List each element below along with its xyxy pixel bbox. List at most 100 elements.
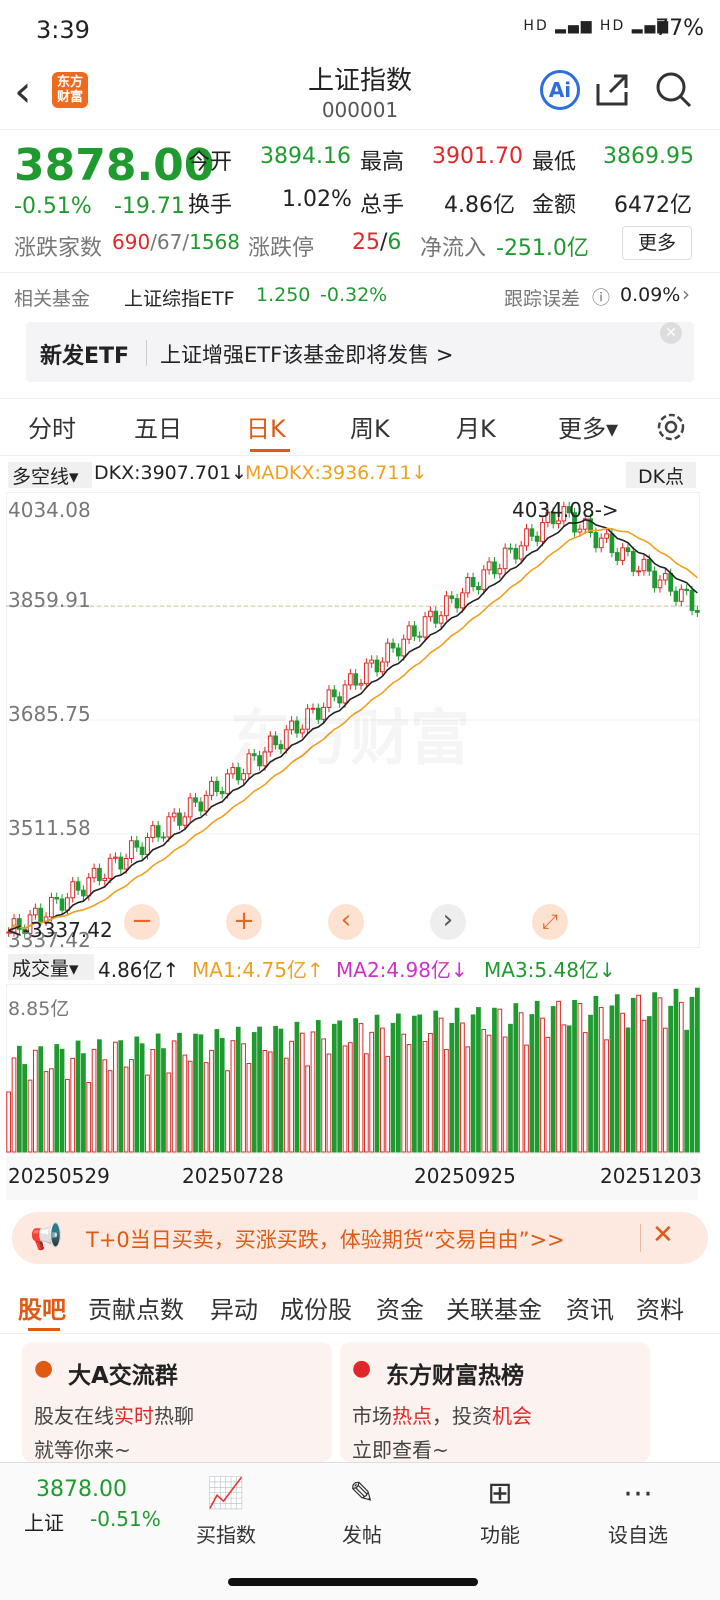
inflow-value: -251.0亿 [496,236,589,261]
volume-bar [486,1034,492,1153]
candle [636,570,641,573]
buy-index-button[interactable]: 📈 买指数 [176,1475,276,1548]
volume-bar [65,1078,70,1153]
volume-label: 总手 [360,193,405,218]
tab-movement[interactable]: 异动 [210,1290,258,1325]
function-button[interactable]: ⊞ 功能 [450,1475,550,1548]
add-watchlist-button[interactable]: ⋯ 设自选 [588,1475,688,1548]
fire-icon: ● [352,1356,372,1381]
close-icon[interactable]: ✕ [652,1220,674,1250]
candle [374,659,380,673]
volume-bar [385,1055,391,1153]
volume-bar [454,1007,460,1153]
tab-5day[interactable]: 五日 [134,409,182,444]
volume-bar [134,1036,140,1153]
volume-bar [70,1057,76,1153]
tab-constituents[interactable]: 成份股 [280,1290,352,1325]
max-marker: 4034.08-> [512,498,619,522]
tab-related-funds[interactable]: 关联基金 [446,1290,542,1325]
volume-bar [358,1023,364,1153]
expand-icon[interactable]: ⤢ [532,904,568,940]
candle [513,548,519,560]
volume-bar [438,1017,444,1153]
candle [390,642,396,649]
volume-selector[interactable]: 成交量▾ [8,954,94,980]
madkx-value: MADKX:3936.711↓ [245,462,428,484]
dkx-value: DKX:3907.701↓ [94,462,248,484]
volume-bar [598,1007,604,1153]
candle [609,533,615,554]
candle [470,577,476,588]
volume-bar [43,1071,49,1153]
volume-bar [257,1026,262,1153]
dk-point-button[interactable]: DK点 [626,462,696,488]
content-tabs: 股吧 贡献点数 异动 成份股 资金 关联基金 资讯 资料 [0,1276,720,1334]
volume-bar [636,994,641,1153]
home-indicator [228,1578,478,1586]
volume-bar [588,1014,593,1153]
candle [630,551,636,572]
post-button[interactable]: ✎ 发帖 [312,1475,412,1548]
change-value: -19.71 [114,194,185,219]
volume-bar [326,1053,332,1153]
volume-bar [476,1007,481,1153]
chevron-right-icon[interactable]: › [682,282,690,306]
volume-bar [16,1045,22,1153]
volume-bar [657,997,663,1153]
candle [198,801,204,812]
promo-banner[interactable]: 📢 T+0当日买卖，买涨买跌，体验期货“交易自由”>> ✕ [12,1212,708,1264]
ai-icon[interactable]: Ai [540,70,580,110]
candle [502,547,508,570]
candle [417,635,423,638]
volume-bar [38,1046,44,1153]
fund-label: 相关基金 [14,288,91,310]
indicator-selector[interactable]: 多空线▾ [8,462,92,488]
prev-button[interactable]: ‹ [328,904,364,940]
volume-bar [310,1031,316,1153]
volume-bar [534,1000,540,1153]
tab-daily-k[interactable]: 日K [246,409,286,444]
tab-funds-flow[interactable]: 资金 [376,1290,424,1325]
candle [358,683,364,686]
chart-icon: 📈 [207,1476,245,1511]
candle [454,598,460,609]
high-value: 3901.70 [432,144,523,169]
tab-contribution[interactable]: 贡献点数 [88,1290,184,1325]
tab-monthly-k[interactable]: 月K [456,409,496,444]
search-icon[interactable] [654,70,692,110]
amount-label: 金额 [532,193,577,218]
mini-price: 3878.00 [36,1477,127,1502]
chat-group-card[interactable]: ● 大A交流群 股友在线实时热聊 就等你来~ [22,1342,332,1462]
volume-bar [294,1021,300,1153]
volume-bar [668,1005,674,1153]
share-icon[interactable] [594,72,630,108]
card-line1: 市场热点，投资机会 [352,1404,532,1428]
gear-icon[interactable] [655,411,687,443]
candle [460,592,465,609]
more-button[interactable]: 更多 [622,226,692,260]
tab-profile[interactable]: 资料 [636,1290,684,1325]
tab-more[interactable]: 更多▾ [558,409,618,444]
next-button[interactable]: › [430,904,466,940]
new-etf-banner[interactable]: 新发ETF 上证增强ETF该基金即将发售 > ✕ [26,322,694,382]
candle [641,558,647,572]
volume-chart[interactable] [6,984,700,1154]
zoom-out-button[interactable]: − [124,904,160,940]
volume-bar [694,987,700,1153]
candle [534,535,540,542]
zoom-in-button[interactable]: + [226,904,262,940]
candle [668,573,674,592]
help-icon[interactable]: ⓘ [592,284,610,310]
fund-name[interactable]: 上证综指ETF [124,284,235,311]
candle [75,881,81,891]
candle [465,577,471,594]
volume-bar [283,1057,289,1153]
hot-list-card[interactable]: ● 东方财富热榜 市场热点，投资机会 立即查看~ [340,1342,650,1462]
close-icon[interactable]: ✕ [660,322,682,344]
tab-intraday[interactable]: 分时 [28,409,76,444]
volume-bar [230,1040,236,1153]
tab-weekly-k[interactable]: 周K [350,409,390,444]
tab-news[interactable]: 资讯 [566,1290,614,1325]
volume-bar [246,1063,252,1153]
tab-guba[interactable]: 股吧 [18,1290,66,1325]
